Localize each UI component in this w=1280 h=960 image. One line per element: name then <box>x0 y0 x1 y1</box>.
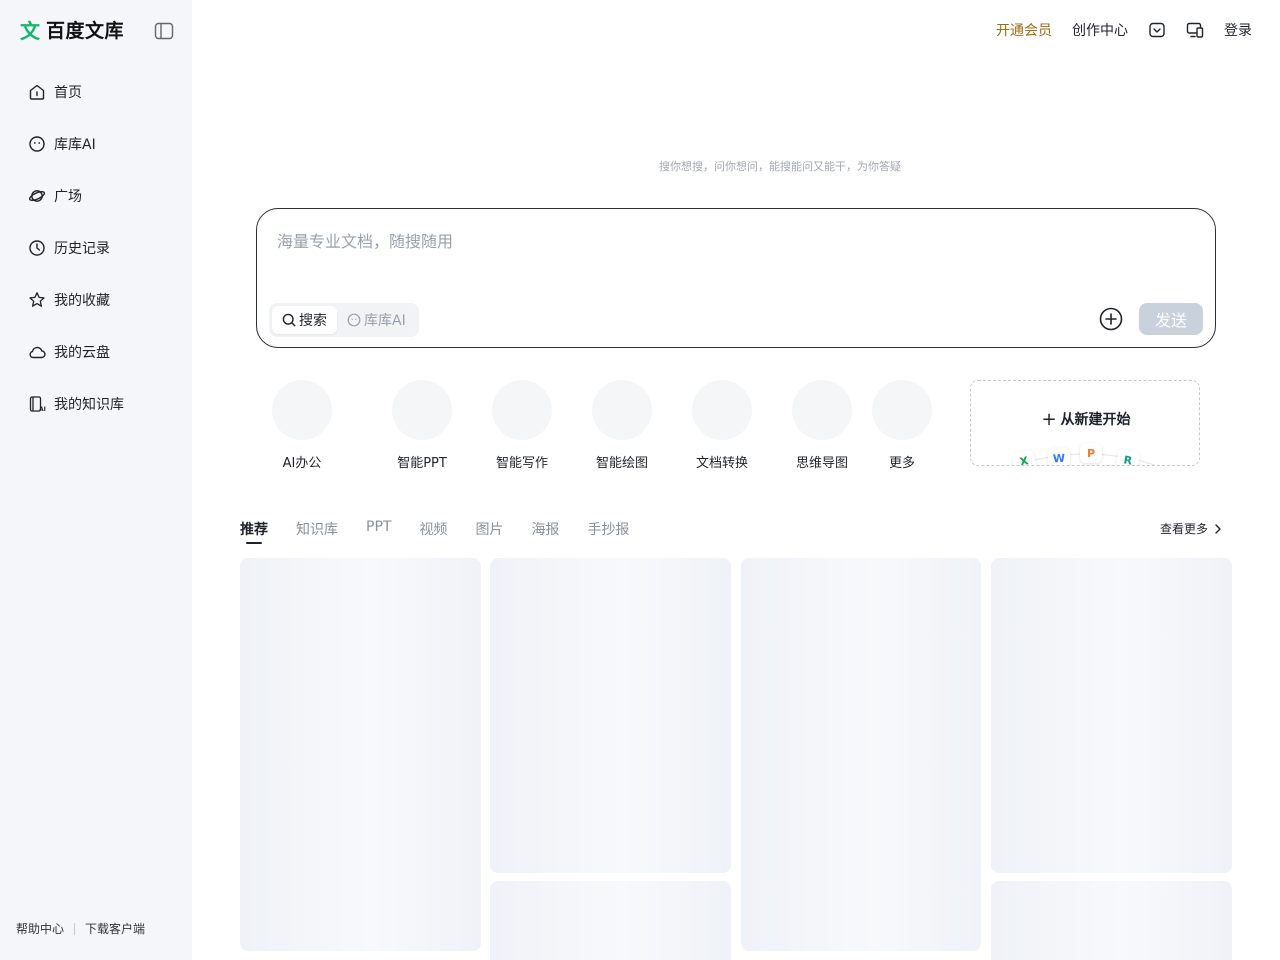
search-mode-switch: 搜索 库库AI <box>269 303 419 337</box>
tab-recommend[interactable]: 推荐 <box>240 519 268 544</box>
tab-poster[interactable]: 海报 <box>531 519 559 543</box>
tool-icon <box>492 380 552 440</box>
tab-images[interactable]: 图片 <box>475 519 503 543</box>
quick-tools: AI办公 智能PPT 智能写作 智能绘图 文档转换 思维导图 更多 <box>272 380 932 471</box>
tool-smart-ppt[interactable]: 智能PPT <box>372 380 472 471</box>
mode-search-label: 搜索 <box>299 313 327 329</box>
sidebar-item-favorites[interactable]: 我的收藏 <box>16 274 176 326</box>
tab-video[interactable]: 视频 <box>419 519 447 543</box>
send-button[interactable]: 发送 <box>1139 303 1203 335</box>
sidebar-item-home[interactable]: 首页 <box>16 66 176 118</box>
tool-smart-drawing[interactable]: 智能绘图 <box>572 380 672 471</box>
view-more-link[interactable]: 查看更多 <box>1160 520 1224 537</box>
sidebar-item-cloud[interactable]: 我的云盘 <box>16 326 176 378</box>
sidebar-item-label: 广场 <box>54 189 82 205</box>
feed-tabs: 推荐 知识库 PPT 视频 图片 海报 手抄报 <box>240 519 629 544</box>
chevron-right-icon <box>1215 523 1221 534</box>
mode-search-button[interactable]: 搜索 <box>272 306 337 334</box>
hero-tagline: 搜你想搜，问你想问，能搜能问又能干，为你答疑 <box>659 160 901 173</box>
tool-icon <box>872 380 932 440</box>
tool-icon <box>592 380 652 440</box>
device-icon[interactable] <box>1186 21 1204 39</box>
search-icon <box>282 313 296 327</box>
search-box: 搜索 库库AI 发送 <box>256 208 1216 348</box>
tab-ppt[interactable]: PPT <box>366 519 391 543</box>
new-document-card[interactable]: + 从新建开始 X W P R <box>970 380 1200 466</box>
clock-icon <box>29 240 45 256</box>
sidebar-item-history[interactable]: 历史记录 <box>16 222 176 274</box>
logo-mark: 文 <box>20 19 40 43</box>
plus-icon: + <box>1041 409 1057 430</box>
ai-face-icon <box>29 136 45 152</box>
feed-card-placeholder[interactable] <box>991 881 1232 960</box>
word-file-icon: W <box>1047 447 1071 465</box>
feed-card-placeholder[interactable] <box>490 558 731 873</box>
sidebar-item-knowledge-base[interactable]: AI 我的知识库 <box>16 378 176 430</box>
footer-divider <box>74 922 76 935</box>
mode-kuku-ai-button[interactable]: 库库AI <box>337 306 416 334</box>
mode-kuku-ai-label: 库库AI <box>364 313 406 329</box>
sidebar-item-plaza[interactable]: 广场 <box>16 170 176 222</box>
tool-label: 思维导图 <box>795 456 848 471</box>
ppt-file-icon: P <box>1080 443 1102 463</box>
sidebar-item-label: 我的云盘 <box>54 345 110 361</box>
tool-label: 更多 <box>888 456 915 471</box>
sidebar: 文 百度文库 首页 库库AI 广场 历史记录 我的收藏 我的云盘 AI 我的知识… <box>0 0 192 960</box>
sidebar-item-label: 库库AI <box>54 137 96 153</box>
feed-card-placeholder[interactable] <box>490 881 731 960</box>
sidebar-item-label: 历史记录 <box>54 241 110 257</box>
tool-ai-office[interactable]: AI办公 <box>272 380 332 471</box>
new-card-title: + 从新建开始 <box>971 409 1199 430</box>
sidebar-item-label: 我的知识库 <box>54 397 124 413</box>
creator-center-link[interactable]: 创作中心 <box>1072 20 1128 40</box>
tool-icon <box>792 380 852 440</box>
home-icon <box>29 84 45 100</box>
tool-doc-convert[interactable]: 文档转换 <box>672 380 772 471</box>
logo-text: 百度文库 <box>46 20 125 42</box>
sidebar-nav: 首页 库库AI 广场 历史记录 我的收藏 我的云盘 AI 我的知识库 <box>16 66 176 430</box>
reader-file-icon: R <box>1115 448 1141 465</box>
tool-icon <box>392 380 452 440</box>
download-client-link[interactable]: 下载客户端 <box>85 920 145 937</box>
tool-mind-map[interactable]: 思维导图 <box>772 380 872 471</box>
feed-card-placeholder[interactable] <box>240 558 481 951</box>
cloud-icon <box>29 346 46 359</box>
search-input[interactable] <box>277 229 1177 253</box>
tool-icon <box>272 380 332 440</box>
download-check-icon[interactable] <box>1148 21 1166 39</box>
tool-smart-writing[interactable]: 智能写作 <box>472 380 572 471</box>
ai-face-icon <box>347 313 361 327</box>
feed-card-placeholder[interactable] <box>741 558 981 951</box>
tool-label: 智能PPT <box>397 456 447 471</box>
view-more-label: 查看更多 <box>1159 522 1208 536</box>
login-link[interactable]: 登录 <box>1224 20 1252 40</box>
planet-icon <box>28 190 46 202</box>
top-header: 开通会员 创作中心 登录 <box>996 20 1252 40</box>
sidebar-footer: 帮助中心 下载客户端 <box>16 920 145 937</box>
tool-label: 智能写作 <box>495 456 548 471</box>
star-icon <box>29 292 45 307</box>
knowledge-base-icon: AI <box>29 396 46 413</box>
add-attachment-icon[interactable] <box>1099 307 1123 331</box>
logo[interactable]: 文 百度文库 <box>20 18 124 44</box>
sidebar-item-label: 我的收藏 <box>54 293 110 309</box>
tool-label: 智能绘图 <box>595 456 648 471</box>
tool-icon <box>692 380 752 440</box>
tab-handwritten-poster[interactable]: 手抄报 <box>587 519 629 543</box>
svg-text:AI: AI <box>39 406 46 413</box>
tab-knowledge-base[interactable]: 知识库 <box>296 519 338 543</box>
tool-label: AI办公 <box>282 456 322 471</box>
feed-card-placeholder[interactable] <box>991 558 1232 873</box>
tool-more[interactable]: 更多 <box>872 380 932 471</box>
sidebar-collapse-icon[interactable] <box>154 22 174 40</box>
help-center-link[interactable]: 帮助中心 <box>16 920 64 937</box>
new-card-label: 从新建开始 <box>1060 412 1131 428</box>
vip-link[interactable]: 开通会员 <box>996 20 1052 40</box>
tool-label: 文档转换 <box>695 456 748 471</box>
sidebar-item-label: 首页 <box>54 85 82 101</box>
